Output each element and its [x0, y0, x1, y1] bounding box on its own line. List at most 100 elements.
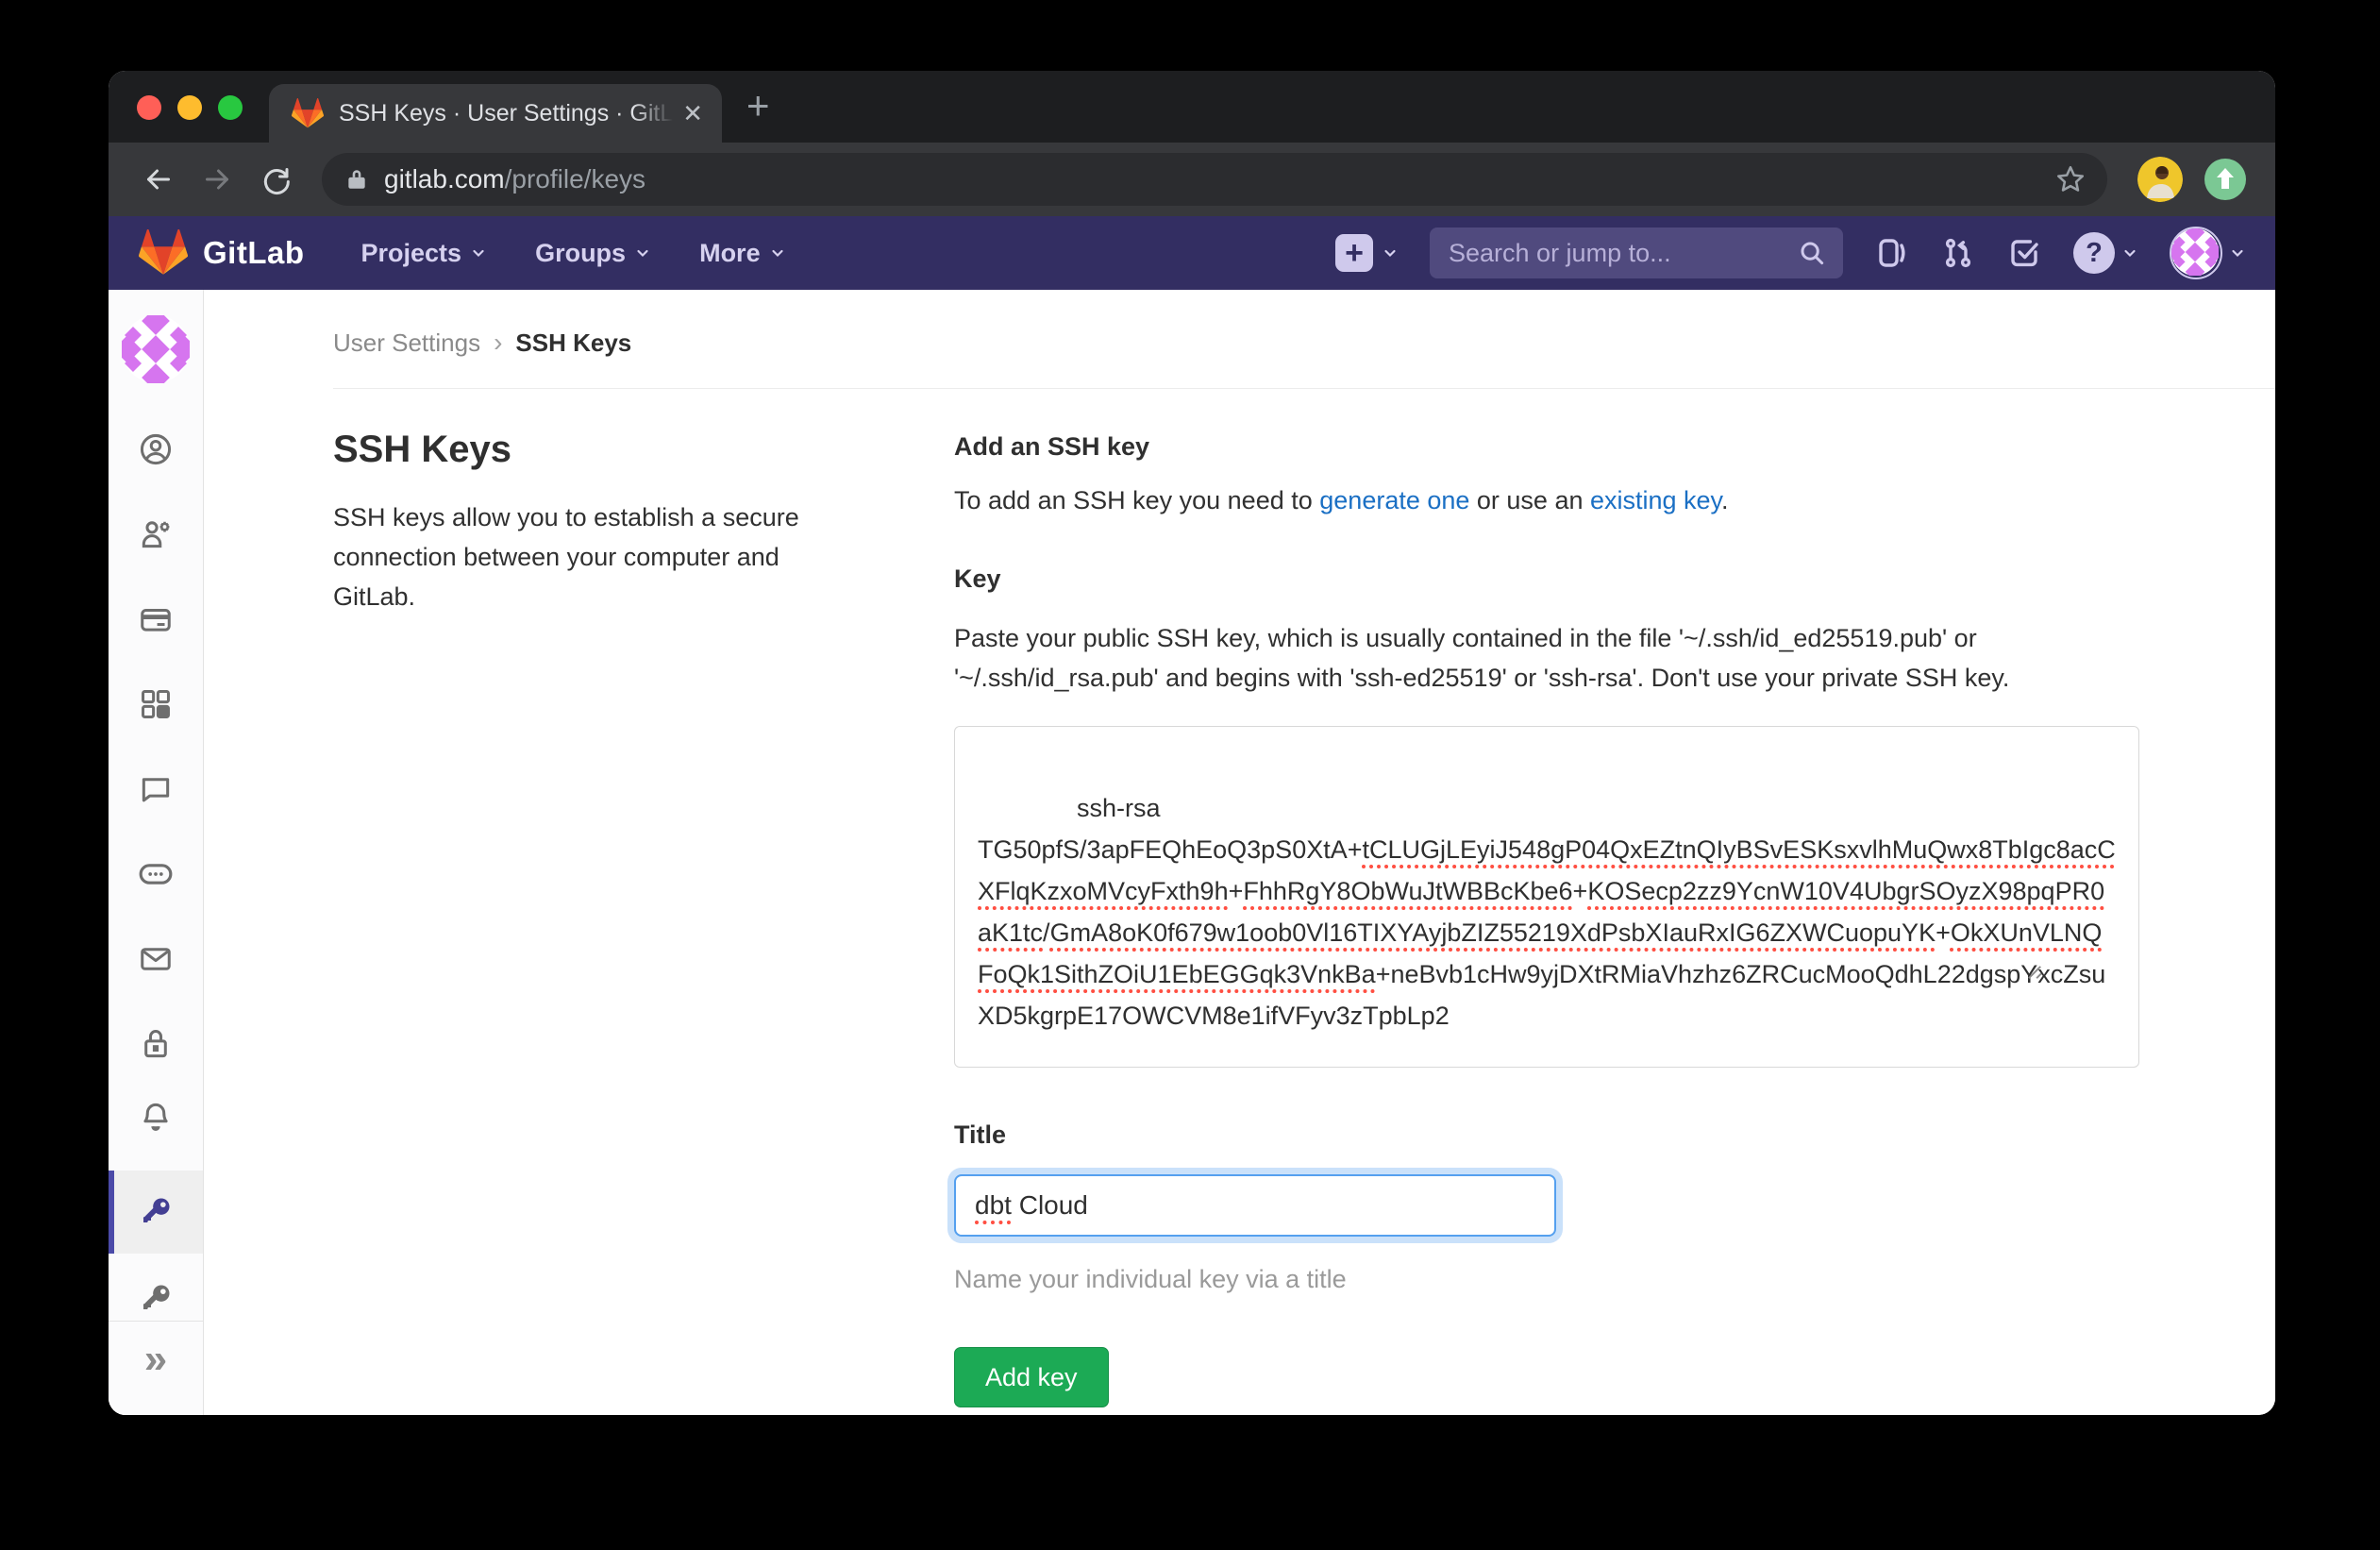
- window-controls: [109, 95, 269, 143]
- sidebar-item-password[interactable]: [109, 1026, 203, 1062]
- browser-toolbar: gitlab.com /profile/keys: [109, 143, 2275, 216]
- breadcrumb-separator: ›: [494, 328, 502, 358]
- page-title: SSH Keys: [333, 429, 954, 471]
- chevron-down-icon: [2122, 245, 2137, 261]
- merge-request-icon[interactable]: [1941, 235, 1975, 271]
- ssh-key-text: ssh-rsa TG50pfS/3apFEQhEoQ3pS0XtA+tCLUGj…: [978, 794, 2116, 1030]
- browser-window: SSH Keys · User Settings · GitL ✕ + gitl…: [109, 71, 2275, 1415]
- billing-icon: [138, 601, 174, 637]
- nav-menu-groups-label: Groups: [535, 239, 626, 268]
- title-input[interactable]: dbt Cloud: [954, 1174, 1556, 1237]
- user-avatar: [2170, 227, 2222, 279]
- title-label: Title: [954, 1120, 2139, 1150]
- sidebar-item-profile[interactable]: [109, 431, 203, 467]
- gpg-keys-icon: [137, 1280, 175, 1318]
- nav-menu-projects[interactable]: Projects: [361, 239, 487, 268]
- applications-icon: [138, 686, 174, 722]
- back-button[interactable]: [133, 154, 184, 205]
- sidebar-item-access-tokens[interactable]: [109, 858, 203, 890]
- forward-button[interactable]: [192, 154, 243, 205]
- sidebar-collapse-button[interactable]: »: [109, 1336, 203, 1383]
- chevron-down-icon: [471, 245, 486, 261]
- breadcrumb-user-settings[interactable]: User Settings: [333, 329, 480, 358]
- emails-icon: [138, 941, 174, 977]
- section-title: Add an SSH key: [954, 432, 2139, 462]
- user-menu[interactable]: [2170, 227, 2245, 279]
- password-icon: [138, 1026, 174, 1062]
- intro-text: .: [1721, 486, 1729, 514]
- chevron-down-icon: [1383, 245, 1398, 261]
- ssh-key-textarea[interactable]: ssh-rsa TG50pfS/3apFEQhEoQ3pS0XtA+tCLUGj…: [954, 726, 2139, 1068]
- site-lock-icon[interactable]: [344, 165, 369, 194]
- search-icon: [1798, 239, 1826, 267]
- nav-menu-projects-label: Projects: [361, 239, 462, 268]
- sidebar-item-account[interactable]: [109, 516, 203, 552]
- sidebar-item-emails[interactable]: [109, 941, 203, 977]
- todo-icon[interactable]: [2007, 235, 2041, 271]
- url-path: /profile/keys: [505, 164, 645, 194]
- search-placeholder: Search or jump to...: [1449, 239, 1798, 268]
- fullscreen-window-button[interactable]: [218, 95, 243, 120]
- account-icon: [138, 516, 174, 552]
- chat-icon: [138, 771, 174, 807]
- chevron-down-icon: [635, 245, 650, 261]
- new-menu-button[interactable]: +: [1335, 234, 1398, 272]
- page-intro-column: SSH Keys SSH keys allow you to establish…: [204, 389, 954, 1415]
- nav-menu-more-label: More: [699, 239, 761, 268]
- page-body: » User Settings › SSH Keys SSH Keys SSH …: [109, 290, 2275, 1415]
- sidebar-item-chat[interactable]: [109, 771, 203, 807]
- new-tab-button[interactable]: +: [746, 86, 770, 126]
- ssh-keys-icon: [137, 1193, 175, 1231]
- browser-tab[interactable]: SSH Keys · User Settings · GitL ✕: [269, 84, 722, 143]
- sidebar-avatar[interactable]: [109, 315, 203, 383]
- search-input[interactable]: Search or jump to...: [1430, 227, 1843, 278]
- notifications-icon: [138, 1099, 174, 1135]
- issues-icon[interactable]: [1875, 235, 1909, 271]
- breadcrumb-ssh-keys: SSH Keys: [515, 329, 631, 358]
- add-key-button[interactable]: Add key: [954, 1347, 1109, 1407]
- chevron-down-icon: [2230, 245, 2245, 261]
- help-menu[interactable]: ?: [2073, 232, 2137, 274]
- gitlab-navbar: GitLab Projects Groups More + Sear: [109, 216, 2275, 290]
- chrome-profile-avatar[interactable]: [2137, 157, 2183, 202]
- chevron-down-icon: [770, 245, 785, 261]
- section-intro: To add an SSH key you need to generate o…: [954, 486, 2139, 515]
- page-description: SSH keys allow you to establish a secure…: [333, 497, 843, 616]
- sidebar-item-notifications[interactable]: [109, 1099, 203, 1135]
- close-window-button[interactable]: [137, 95, 161, 120]
- tab-close-icon[interactable]: ✕: [682, 99, 703, 128]
- resize-handle-icon[interactable]: [2022, 877, 2136, 1064]
- minimize-window-button[interactable]: [177, 95, 202, 120]
- main-content: User Settings › SSH Keys SSH Keys SSH ke…: [204, 290, 2275, 1415]
- access-tokens-icon: [137, 858, 175, 890]
- tab-strip: SSH Keys · User Settings · GitL ✕ +: [109, 71, 2275, 143]
- nav-menu-groups[interactable]: Groups: [535, 239, 650, 268]
- breadcrumb: User Settings › SSH Keys: [333, 328, 2275, 358]
- sidebar-item-ssh-keys[interactable]: [109, 1171, 203, 1254]
- add-key-form: Add an SSH key To add an SSH key you nee…: [954, 389, 2139, 1415]
- title-help-text: Name your individual key via a title: [954, 1265, 2139, 1294]
- sidebar-item-billing[interactable]: [109, 601, 203, 637]
- intro-text: To add an SSH key you need to: [954, 486, 1319, 514]
- sidebar-divider: [109, 1321, 203, 1322]
- nav-menu-more[interactable]: More: [699, 239, 785, 268]
- sidebar-item-gpg-keys[interactable]: [109, 1280, 203, 1318]
- browser-update-icon[interactable]: [2200, 154, 2251, 205]
- profile-icon: [138, 431, 174, 467]
- gitlab-favicon: [292, 98, 324, 129]
- tab-title: SSH Keys · User Settings · GitL: [339, 100, 673, 127]
- bookmark-star-icon[interactable]: [2054, 163, 2087, 195]
- url-host: gitlab.com: [384, 164, 505, 194]
- sidebar-item-applications[interactable]: [109, 686, 203, 722]
- plus-square-icon: +: [1335, 234, 1373, 272]
- existing-key-link[interactable]: existing key: [1590, 486, 1721, 514]
- gitlab-logo[interactable]: GitLab: [139, 229, 305, 277]
- address-bar[interactable]: gitlab.com /profile/keys: [322, 153, 2107, 206]
- title-input-text: dbt Cloud: [975, 1190, 1088, 1221]
- collapse-icon: »: [144, 1336, 167, 1383]
- gitlab-wordmark: GitLab: [203, 235, 305, 271]
- reload-button[interactable]: [250, 154, 301, 205]
- desktop: SSH Keys · User Settings · GitL ✕ + gitl…: [0, 0, 2380, 1550]
- generate-one-link[interactable]: generate one: [1319, 486, 1469, 514]
- help-icon: ?: [2073, 232, 2115, 274]
